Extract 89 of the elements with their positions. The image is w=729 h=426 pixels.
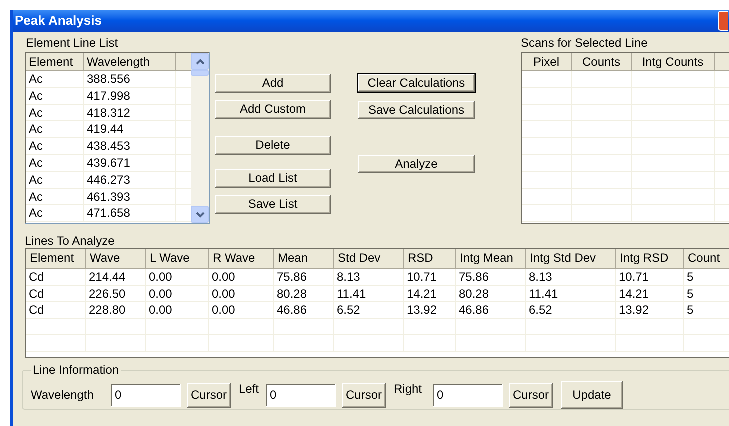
- column-header[interactable]: Wave: [86, 249, 146, 268]
- column-header[interactable]: R Wave: [209, 249, 274, 268]
- column-header[interactable]: L Wave: [146, 249, 209, 268]
- column-header[interactable]: RSD: [404, 249, 456, 268]
- table-cell: Ac: [26, 104, 84, 120]
- field-label: Right: [394, 380, 424, 398]
- table-cell: 0.00: [209, 269, 274, 284]
- table-cell: 5: [684, 286, 729, 301]
- table-cell: 461.393: [84, 188, 176, 204]
- table-cell: Ac: [26, 121, 84, 138]
- table-cell: 6.52: [526, 302, 616, 318]
- column-header[interactable]: Wavelength: [84, 53, 176, 70]
- text-field[interactable]: 0: [111, 384, 181, 406]
- table-cell: Cd: [26, 302, 86, 318]
- button[interactable]: Analyze: [358, 155, 475, 173]
- field-label: Left: [239, 380, 260, 398]
- table-cell: 6.52: [334, 302, 404, 318]
- table-cell: Ac: [26, 88, 84, 104]
- text-field[interactable]: 0: [266, 384, 336, 406]
- table-cell: 13.92: [616, 302, 684, 318]
- table-cell: 471.658: [84, 205, 176, 222]
- table-cell: 418.312: [84, 104, 176, 120]
- button[interactable]: Cursor: [342, 382, 386, 408]
- table-cell: 11.41: [526, 286, 616, 301]
- table-cell: 5: [684, 269, 729, 284]
- table-cell: Cd: [26, 269, 86, 284]
- table-cell: 388.556: [84, 71, 176, 87]
- table-cell: 75.86: [274, 269, 334, 284]
- table-cell: 214.44: [86, 269, 146, 284]
- table-cell: 0.00: [209, 286, 274, 301]
- table-cell: 228.80: [86, 302, 146, 318]
- table-cell: 419.44: [84, 121, 176, 138]
- table-cell: 80.28: [456, 286, 526, 301]
- table-cell: 75.86: [456, 269, 526, 284]
- button[interactable]: Save Calculations: [358, 101, 475, 119]
- table-cell: 5: [684, 302, 729, 318]
- table-cell: Ac: [26, 71, 84, 87]
- table-cell: 8.13: [526, 269, 616, 284]
- column-header[interactable]: Count: [684, 249, 729, 268]
- table-cell: 14.21: [404, 286, 456, 301]
- table-cell: 0.00: [146, 302, 209, 318]
- table-cell: 46.86: [456, 302, 526, 318]
- table-cell: 0.00: [146, 269, 209, 284]
- table-cell: 14.21: [616, 286, 684, 301]
- button[interactable]: Update: [561, 381, 623, 409]
- column-header[interactable]: Intg Std Dev: [526, 249, 616, 268]
- group-label: Scans for Selected Line: [521, 35, 649, 52]
- table-cell: Ac: [26, 154, 84, 171]
- field-label: Wavelength: [31, 387, 95, 404]
- table-cell: 10.71: [404, 269, 456, 284]
- column-header[interactable]: Pixel: [522, 53, 572, 70]
- button[interactable]: Cursor: [509, 382, 553, 408]
- table-cell: 0.00: [209, 302, 274, 318]
- button[interactable]: Delete: [215, 136, 331, 154]
- group-label: Lines To Analyze: [25, 233, 116, 248]
- table-cell: Cd: [26, 286, 86, 301]
- table-cell: Ac: [26, 172, 84, 188]
- column-header[interactable]: Mean: [274, 249, 334, 268]
- table-cell: Ac: [26, 205, 84, 222]
- button[interactable]: Clear Calculations: [358, 74, 475, 92]
- button[interactable]: Load List: [215, 168, 331, 188]
- table-cell: 439.671: [84, 154, 176, 171]
- column-header[interactable]: Std Dev: [334, 249, 404, 268]
- table-cell: 417.998: [84, 88, 176, 104]
- button[interactable]: Cursor: [187, 382, 231, 408]
- column-header[interactable]: Intg RSD: [616, 249, 684, 268]
- table-cell: 46.86: [274, 302, 334, 318]
- table-cell: 80.28: [274, 286, 334, 301]
- column-header[interactable]: Counts: [572, 53, 632, 70]
- table-cell: 10.71: [616, 269, 684, 284]
- column-header[interactable]: Intg Mean: [456, 249, 526, 268]
- text-field[interactable]: 0: [433, 384, 503, 406]
- column-header[interactable]: Element: [26, 53, 84, 70]
- group-label: Element Line List: [25, 35, 120, 52]
- table-cell: 13.92: [404, 302, 456, 318]
- table-cell: 446.273: [84, 172, 176, 188]
- table-cell: Ac: [26, 138, 84, 154]
- column-header[interactable]: Intg Counts: [632, 53, 715, 70]
- table-cell: 0.00: [146, 286, 209, 301]
- table-cell: Ac: [26, 188, 84, 204]
- table-cell: 438.453: [84, 138, 176, 154]
- table-cell: 8.13: [334, 269, 404, 284]
- button[interactable]: Save List: [215, 194, 331, 214]
- table-cell: 11.41: [334, 286, 404, 301]
- button[interactable]: Add Custom: [215, 100, 331, 118]
- column-header[interactable]: Element: [26, 249, 86, 268]
- window-title: Peak Analysis: [15, 12, 102, 30]
- button[interactable]: Add: [215, 74, 331, 92]
- table-cell: 226.50: [86, 286, 146, 301]
